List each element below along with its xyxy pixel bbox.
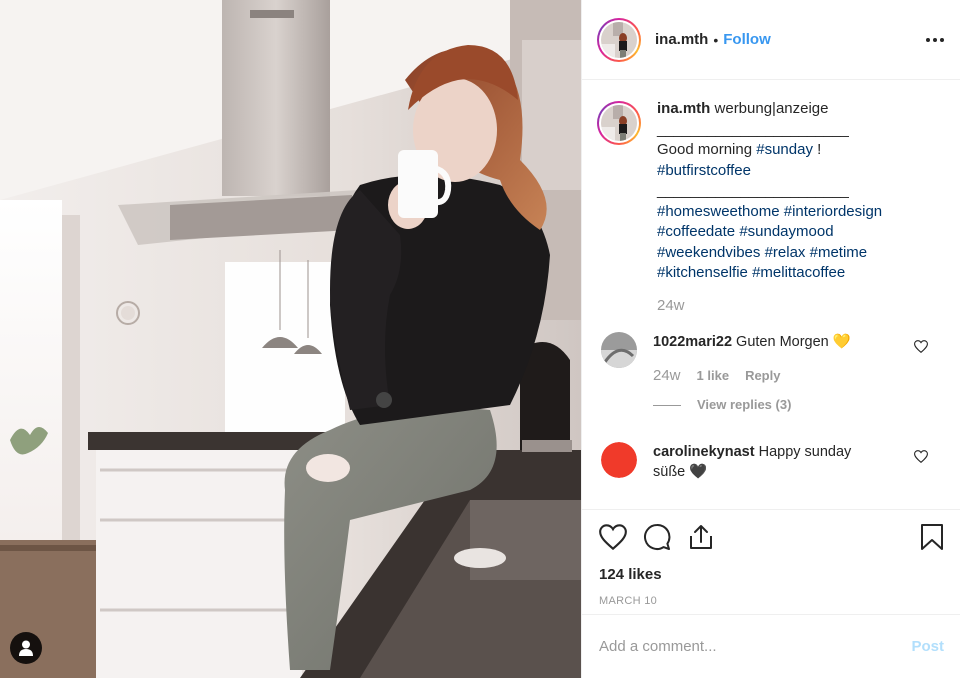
comments-list[interactable]: ina.mth werbung|anzeige ________________… <box>582 81 960 509</box>
comment-likes[interactable]: 1 like <box>697 366 730 387</box>
more-options-icon[interactable] <box>926 32 944 48</box>
comment-like-heart-icon[interactable] <box>914 449 928 463</box>
comment-avatar[interactable] <box>601 441 637 478</box>
follow-button[interactable]: Follow <box>723 31 771 48</box>
hashtag-link[interactable]: #relax <box>765 244 806 261</box>
caption-story-ring[interactable] <box>597 101 641 145</box>
post-photo[interactable] <box>0 0 581 678</box>
caption-line: werbung|anzeige <box>714 100 829 117</box>
comment-text: Guten Morgen <box>736 334 829 350</box>
caption-text: ina.mth werbung|anzeige ________________… <box>657 99 927 316</box>
header-separator: • <box>713 31 719 48</box>
black-heart-emoji: 🖤 <box>689 464 708 480</box>
post-header: ina.mth • Follow <box>582 0 960 80</box>
comment-avatar[interactable] <box>601 332 637 368</box>
hashtag-link[interactable]: #homesweethome <box>657 203 780 220</box>
comment-input[interactable] <box>599 638 912 655</box>
caption-divider: _______________________ <box>657 120 849 138</box>
view-replies-button[interactable]: View replies (3) <box>653 395 883 416</box>
likes-count[interactable]: 124 likes <box>599 566 944 583</box>
hashtag-link[interactable]: #sunday <box>756 141 813 158</box>
hashtag-link[interactable]: #melittacoffee <box>752 264 845 281</box>
hashtag-link[interactable]: #interiordesign <box>784 203 882 220</box>
hashtag-link[interactable]: #kitchenselfie <box>657 264 748 281</box>
bookmark-icon[interactable] <box>920 523 944 551</box>
avatar[interactable] <box>601 21 637 58</box>
post-date[interactable]: MARCH 10 <box>599 595 944 607</box>
comment-item: 1022mari22 Guten Morgen 💛 24w 1 like Rep… <box>597 332 944 416</box>
story-ring[interactable] <box>597 17 641 62</box>
yellow-heart-emoji: 💛 <box>832 334 851 350</box>
add-comment-bar: Post <box>582 614 960 678</box>
post-side-panel: ina.mth • Follow ina.mth werbung|anzeige… <box>581 0 960 678</box>
replies-dash <box>653 404 681 406</box>
post-comment-button[interactable]: Post <box>911 638 944 655</box>
caption: ina.mth werbung|anzeige ________________… <box>597 99 944 316</box>
post-actions: 124 likes MARCH 10 <box>582 509 960 607</box>
user-tag-icon <box>19 640 33 656</box>
share-icon[interactable] <box>687 523 715 551</box>
caption-avatar[interactable] <box>601 105 637 141</box>
caption-line: ! <box>812 141 822 158</box>
hashtag-link[interactable]: #weekendvibes <box>657 244 760 261</box>
view-replies-label: View replies (3) <box>697 397 792 412</box>
hashtag-link[interactable]: #metime <box>810 244 868 261</box>
comment-icon[interactable] <box>643 523 671 551</box>
reply-button[interactable]: Reply <box>745 366 780 387</box>
hashtag-link[interactable]: #butfirstcoffee <box>657 162 751 179</box>
caption-username[interactable]: ina.mth <box>657 100 710 117</box>
comment-username[interactable]: carolinekynast <box>653 444 755 460</box>
kitchen-photo <box>0 0 581 678</box>
hashtag-link[interactable]: #coffeedate <box>657 223 735 240</box>
heart-icon[interactable] <box>599 524 627 550</box>
header-username[interactable]: ina.mth <box>655 31 708 48</box>
caption-line: Good morning <box>657 141 757 158</box>
comment-like-heart-icon[interactable] <box>914 340 928 353</box>
user-tag-button[interactable] <box>10 632 42 664</box>
comment-item: carolinekynast Happy sunday süße 🖤 <box>597 441 944 483</box>
caption-divider: _______________________ <box>657 182 849 199</box>
hashtag-link[interactable]: #sundaymood <box>739 223 833 240</box>
comment-username[interactable]: 1022mari22 <box>653 334 732 350</box>
comment-meta: 24w 1 like Reply <box>653 366 883 387</box>
caption-timestamp[interactable]: 24w <box>657 296 927 317</box>
comment-age[interactable]: 24w <box>653 366 681 387</box>
